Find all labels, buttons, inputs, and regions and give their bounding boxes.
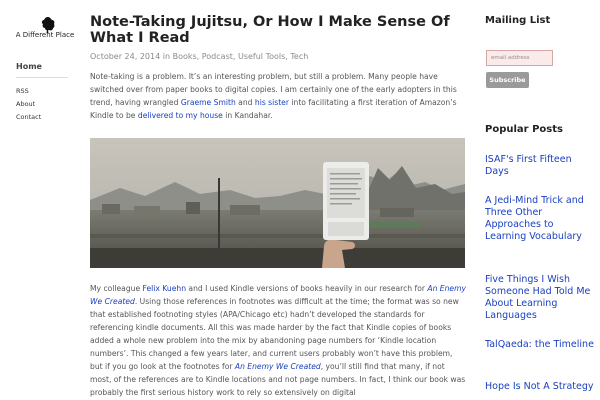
graeme-smith-link[interactable]: Graeme Smith xyxy=(181,98,236,107)
nav-home-link[interactable]: Home xyxy=(16,62,42,71)
mailing-list-title: Mailing List xyxy=(485,15,551,26)
post-paragraph-1: Note-taking is a problem. It’s an intere… xyxy=(90,72,457,120)
category-link-books[interactable]: Books xyxy=(173,52,197,61)
site-name[interactable]: A Different Place xyxy=(12,31,78,39)
delivered-link[interactable]: delivered to my house xyxy=(138,111,223,120)
popular-post-link[interactable]: ISAF's First Fifteen Days xyxy=(485,154,597,178)
nav-divider xyxy=(16,77,68,78)
his-sister-link[interactable]: his sister xyxy=(255,98,289,107)
nav-contact-link[interactable]: Contact xyxy=(16,113,41,121)
popular-post-link[interactable]: Five Things I Wish Someone Had Told Me A… xyxy=(485,274,597,322)
category-link-useful-tools[interactable]: Useful Tools xyxy=(238,52,285,61)
enemy-we-created-link-2[interactable]: An Enemy We Created xyxy=(235,362,321,371)
nav-rss-link[interactable]: RSS xyxy=(16,87,29,95)
felix-kuehn-link[interactable]: Felix Kuehn xyxy=(143,284,186,293)
left-sidebar: A Different Place Home RSS About Contact xyxy=(0,0,78,400)
popular-post-link[interactable]: TalQaeda: the Timeline xyxy=(485,339,597,351)
right-sidebar: Mailing List Subscribe Popular Posts ISA… xyxy=(485,0,600,400)
post-meta: October 24, 2014 in Books, Podcast, Usef… xyxy=(90,52,309,61)
popular-post-link[interactable]: A Jedi-Mind Trick and Three Other Approa… xyxy=(485,195,597,243)
post-paragraph-2: My colleague Felix Kuehn and I used Kind… xyxy=(90,284,466,397)
kindle-kandahar-photo xyxy=(90,138,465,268)
category-link-tech[interactable]: Tech xyxy=(290,52,308,61)
post-title[interactable]: Note-Taking Jujitsu, Or How I Make Sense… xyxy=(90,14,466,46)
post-article: Note-Taking Jujitsu, Or How I Make Sense… xyxy=(90,0,466,400)
category-link-podcast[interactable]: Podcast xyxy=(202,52,233,61)
email-field[interactable] xyxy=(486,50,553,66)
meta-in-text: in xyxy=(160,52,173,61)
post-date: October 24, 2014 xyxy=(90,52,161,61)
nav-about-link[interactable]: About xyxy=(16,100,35,108)
subscribe-button[interactable]: Subscribe xyxy=(486,72,529,88)
popular-post-link[interactable]: Hope Is Not A Strategy xyxy=(485,381,597,393)
popular-posts-title: Popular Posts xyxy=(485,124,563,135)
